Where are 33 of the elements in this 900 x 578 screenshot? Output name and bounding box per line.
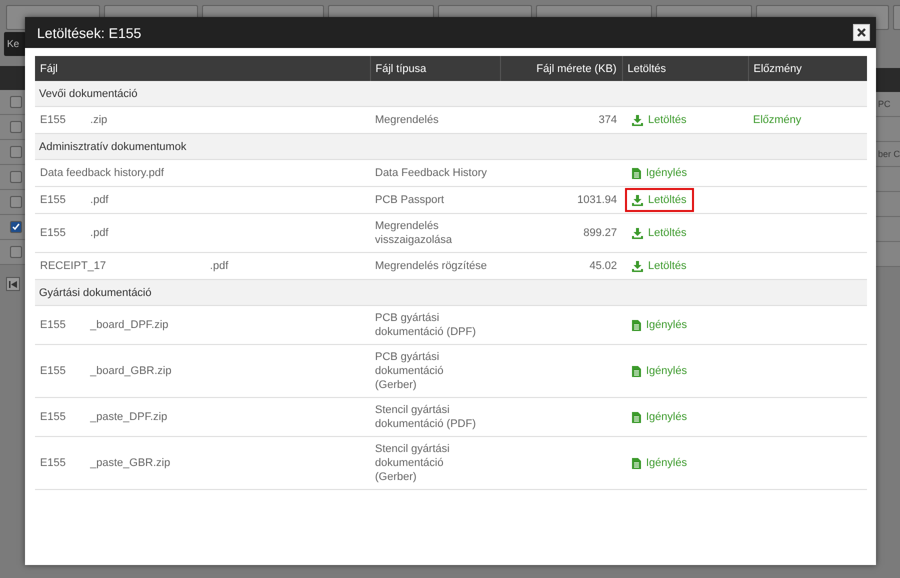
file-size: 1031.94: [577, 194, 617, 206]
dialog-title: Letöltések: E155: [37, 24, 142, 40]
file-name: E155 _board_DPF.zip: [40, 319, 168, 331]
file-type: Stencil gyártási dokumentáció (Gerber): [375, 443, 450, 483]
table-cell: ber C: [878, 149, 900, 159]
group-header: Gyártási dokumentáció: [35, 280, 867, 306]
file-name: E155 .zip: [40, 114, 108, 126]
file-type: Megrendelés visszaigazolása: [375, 220, 452, 246]
column-header: Előzmény: [748, 56, 867, 81]
file-type: PCB Passport: [375, 194, 444, 206]
file-name: E155 .pdf: [40, 227, 108, 239]
file-type: PCB gyártási dokumentáció (DPF): [375, 312, 476, 338]
table-cell: PC: [878, 99, 891, 109]
file-type: Data Feedback History: [375, 167, 487, 179]
file-size: 374: [598, 114, 617, 126]
file-name: E155 _paste_DPF.zip: [40, 411, 168, 423]
column-header: Fájl mérete (KB): [500, 56, 622, 81]
file-type: Megrendelés rögzítése: [375, 260, 487, 272]
file-name: E155 _board_GBR.zip: [40, 365, 172, 377]
file-size: 45.02: [589, 260, 617, 272]
group-header: Vevői dokumentáció: [35, 81, 867, 106]
column-header: Fájl típusa: [370, 56, 500, 81]
column-header: Fájl: [35, 56, 370, 81]
file-type: Megrendelés: [375, 114, 439, 126]
file-name: Data feedback history.pdf: [40, 167, 164, 179]
group-header: Adminisztratív dokumentumok: [35, 134, 867, 160]
file-type: Stencil gyártási dokumentáció (PDF): [375, 404, 476, 430]
file-name: E155 .pdf: [40, 194, 108, 206]
file-size: 899.27: [583, 227, 617, 239]
file-name: RECEIPT_17 .pdf: [40, 260, 228, 272]
file-name: E155 _paste_GBR.zip: [40, 457, 170, 469]
file-type: PCB gyártási dokumentáció (Gerber): [375, 351, 444, 391]
column-header: Letöltés: [622, 56, 748, 81]
